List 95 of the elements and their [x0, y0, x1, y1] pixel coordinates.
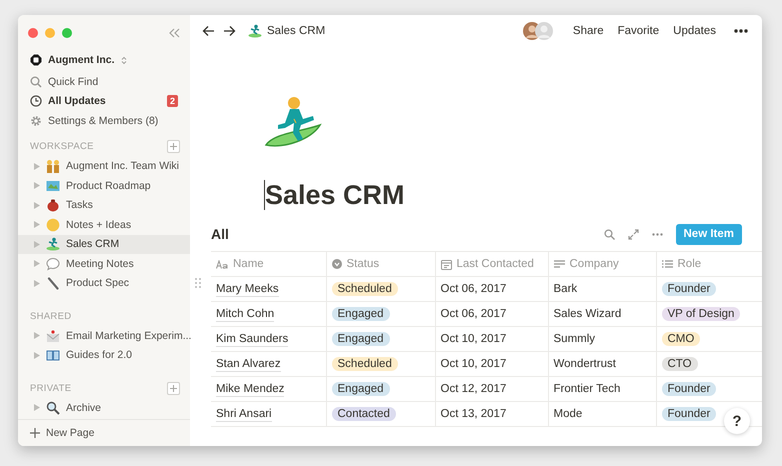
- table-cell: Mode: [554, 408, 582, 420]
- tag: Founder: [662, 282, 716, 296]
- tag: Founder: [662, 407, 716, 421]
- sidebar-item[interactable]: Sales CRM: [18, 234, 190, 254]
- table-cell: Oct 13, 2017: [440, 408, 506, 420]
- forward-icon[interactable]: [223, 25, 236, 37]
- switcher-icon[interactable]: [120, 56, 127, 64]
- table-cell: Oct 06, 2017: [440, 283, 506, 295]
- topbar-link[interactable]: Favorite: [618, 25, 660, 37]
- expand-caret-icon[interactable]: [34, 162, 40, 170]
- table-cell: Oct 06, 2017: [440, 308, 506, 320]
- tag: Scheduled: [332, 357, 398, 371]
- magnifier-icon: [46, 400, 60, 415]
- plus-icon: [170, 384, 177, 392]
- add-page-button[interactable]: [167, 382, 180, 394]
- table-cell: Bark: [554, 283, 578, 295]
- sidebar-item[interactable]: Archive: [18, 398, 190, 418]
- surfer-icon: [248, 24, 262, 38]
- close-button[interactable]: [28, 28, 38, 38]
- tag: Contacted: [332, 407, 396, 421]
- expand-caret-icon[interactable]: [34, 260, 40, 268]
- workspace-logo-icon: [30, 54, 42, 66]
- people-icon: [46, 159, 60, 174]
- breadcrumb[interactable]: Sales CRM: [248, 24, 326, 38]
- table-cell: Oct 10, 2017: [440, 358, 506, 370]
- tag: Engaged: [332, 307, 390, 321]
- section-heading: PRIVATE: [30, 382, 72, 394]
- new-page-button[interactable]: New Page: [18, 419, 190, 446]
- drag-handle-icon[interactable]: [195, 278, 201, 288]
- table-cell: Summly: [554, 333, 596, 345]
- bag-icon: [46, 198, 60, 212]
- clock-icon: [30, 95, 42, 108]
- unread-badge: 2: [166, 95, 178, 108]
- expand-caret-icon[interactable]: [34, 202, 40, 209]
- map-icon: [46, 178, 60, 193]
- table-cell: Oct 12, 2017: [440, 383, 506, 395]
- view-title[interactable]: All: [211, 226, 229, 242]
- tag: CMO: [662, 332, 700, 346]
- sidebar-item[interactable]: Email Marketing Experim...: [18, 326, 190, 346]
- envelope-icon: [46, 328, 60, 343]
- sidebar-item[interactable]: Tasks: [18, 196, 190, 215]
- table-cell: Frontier Tech: [554, 383, 620, 395]
- list-icon: [662, 260, 672, 268]
- tag: Engaged: [332, 382, 390, 396]
- expand-caret-icon[interactable]: [34, 280, 40, 287]
- sidebar-item[interactable]: Augment Inc. Team Wiki: [18, 156, 190, 176]
- expand-caret-icon[interactable]: [34, 352, 40, 359]
- more-icon[interactable]: [734, 29, 748, 33]
- plus-icon: [170, 143, 177, 150]
- help-button[interactable]: ?: [724, 408, 750, 434]
- text-lines-icon: [554, 260, 564, 268]
- expand-caret-icon[interactable]: [34, 182, 40, 190]
- section-heading: SHARED: [30, 310, 72, 322]
- sidebar-item[interactable]: Guides for 2.0: [18, 346, 190, 365]
- sidebar-item[interactable]: Meeting Notes: [18, 254, 190, 274]
- expand-caret-icon[interactable]: [34, 221, 40, 228]
- tag: Scheduled: [332, 282, 398, 296]
- table-cell: Oct 10, 2017: [440, 333, 506, 345]
- select-type-icon: [332, 259, 342, 269]
- calendar-icon: [440, 258, 452, 270]
- speech-bubble-icon: [46, 256, 60, 271]
- gear-icon: [30, 114, 42, 127]
- text-type-icon: [216, 260, 228, 268]
- topbar-link[interactable]: Share: [572, 25, 604, 37]
- tag: Founder: [662, 382, 716, 396]
- maximize-button[interactable]: [62, 28, 72, 38]
- sidebar-item[interactable]: Notes + Ideas: [18, 215, 190, 234]
- search-icon: [30, 76, 42, 88]
- table-cell: Sales Wizard: [554, 308, 622, 320]
- search-icon[interactable]: [604, 228, 614, 240]
- page-title[interactable]: Sales CRM: [265, 180, 405, 210]
- tag: Engaged: [332, 332, 390, 346]
- sidebar-link[interactable]: Settings & Members (8): [48, 114, 158, 127]
- add-page-button[interactable]: [167, 140, 180, 153]
- surfer-icon: [46, 237, 60, 252]
- avatar-icon: [534, 22, 553, 40]
- expand-icon[interactable]: [628, 228, 638, 240]
- tag: VP of Design: [662, 307, 740, 321]
- back-icon[interactable]: [202, 25, 215, 37]
- sidebar-link[interactable]: Quick Find: [48, 76, 98, 88]
- expand-caret-icon[interactable]: [34, 404, 40, 412]
- table-cell: Wondertrust: [554, 358, 616, 370]
- expand-caret-icon[interactable]: [34, 332, 40, 340]
- tag: CTO: [662, 357, 698, 371]
- expand-caret-icon[interactable]: [34, 240, 40, 248]
- topbar-link[interactable]: Updates: [673, 25, 716, 37]
- sidebar-item[interactable]: Product Roadmap: [18, 176, 190, 196]
- collapse-sidebar-icon[interactable]: [168, 28, 180, 38]
- workspace-name[interactable]: Augment Inc.: [48, 54, 115, 66]
- minimize-button[interactable]: [45, 28, 55, 38]
- section-heading: WORKSPACE: [30, 141, 94, 152]
- sidebar-link[interactable]: All Updates: [48, 95, 106, 108]
- book-icon: [46, 348, 60, 362]
- sidebar-item[interactable]: Product Spec: [18, 274, 190, 293]
- plus-icon: [30, 428, 40, 438]
